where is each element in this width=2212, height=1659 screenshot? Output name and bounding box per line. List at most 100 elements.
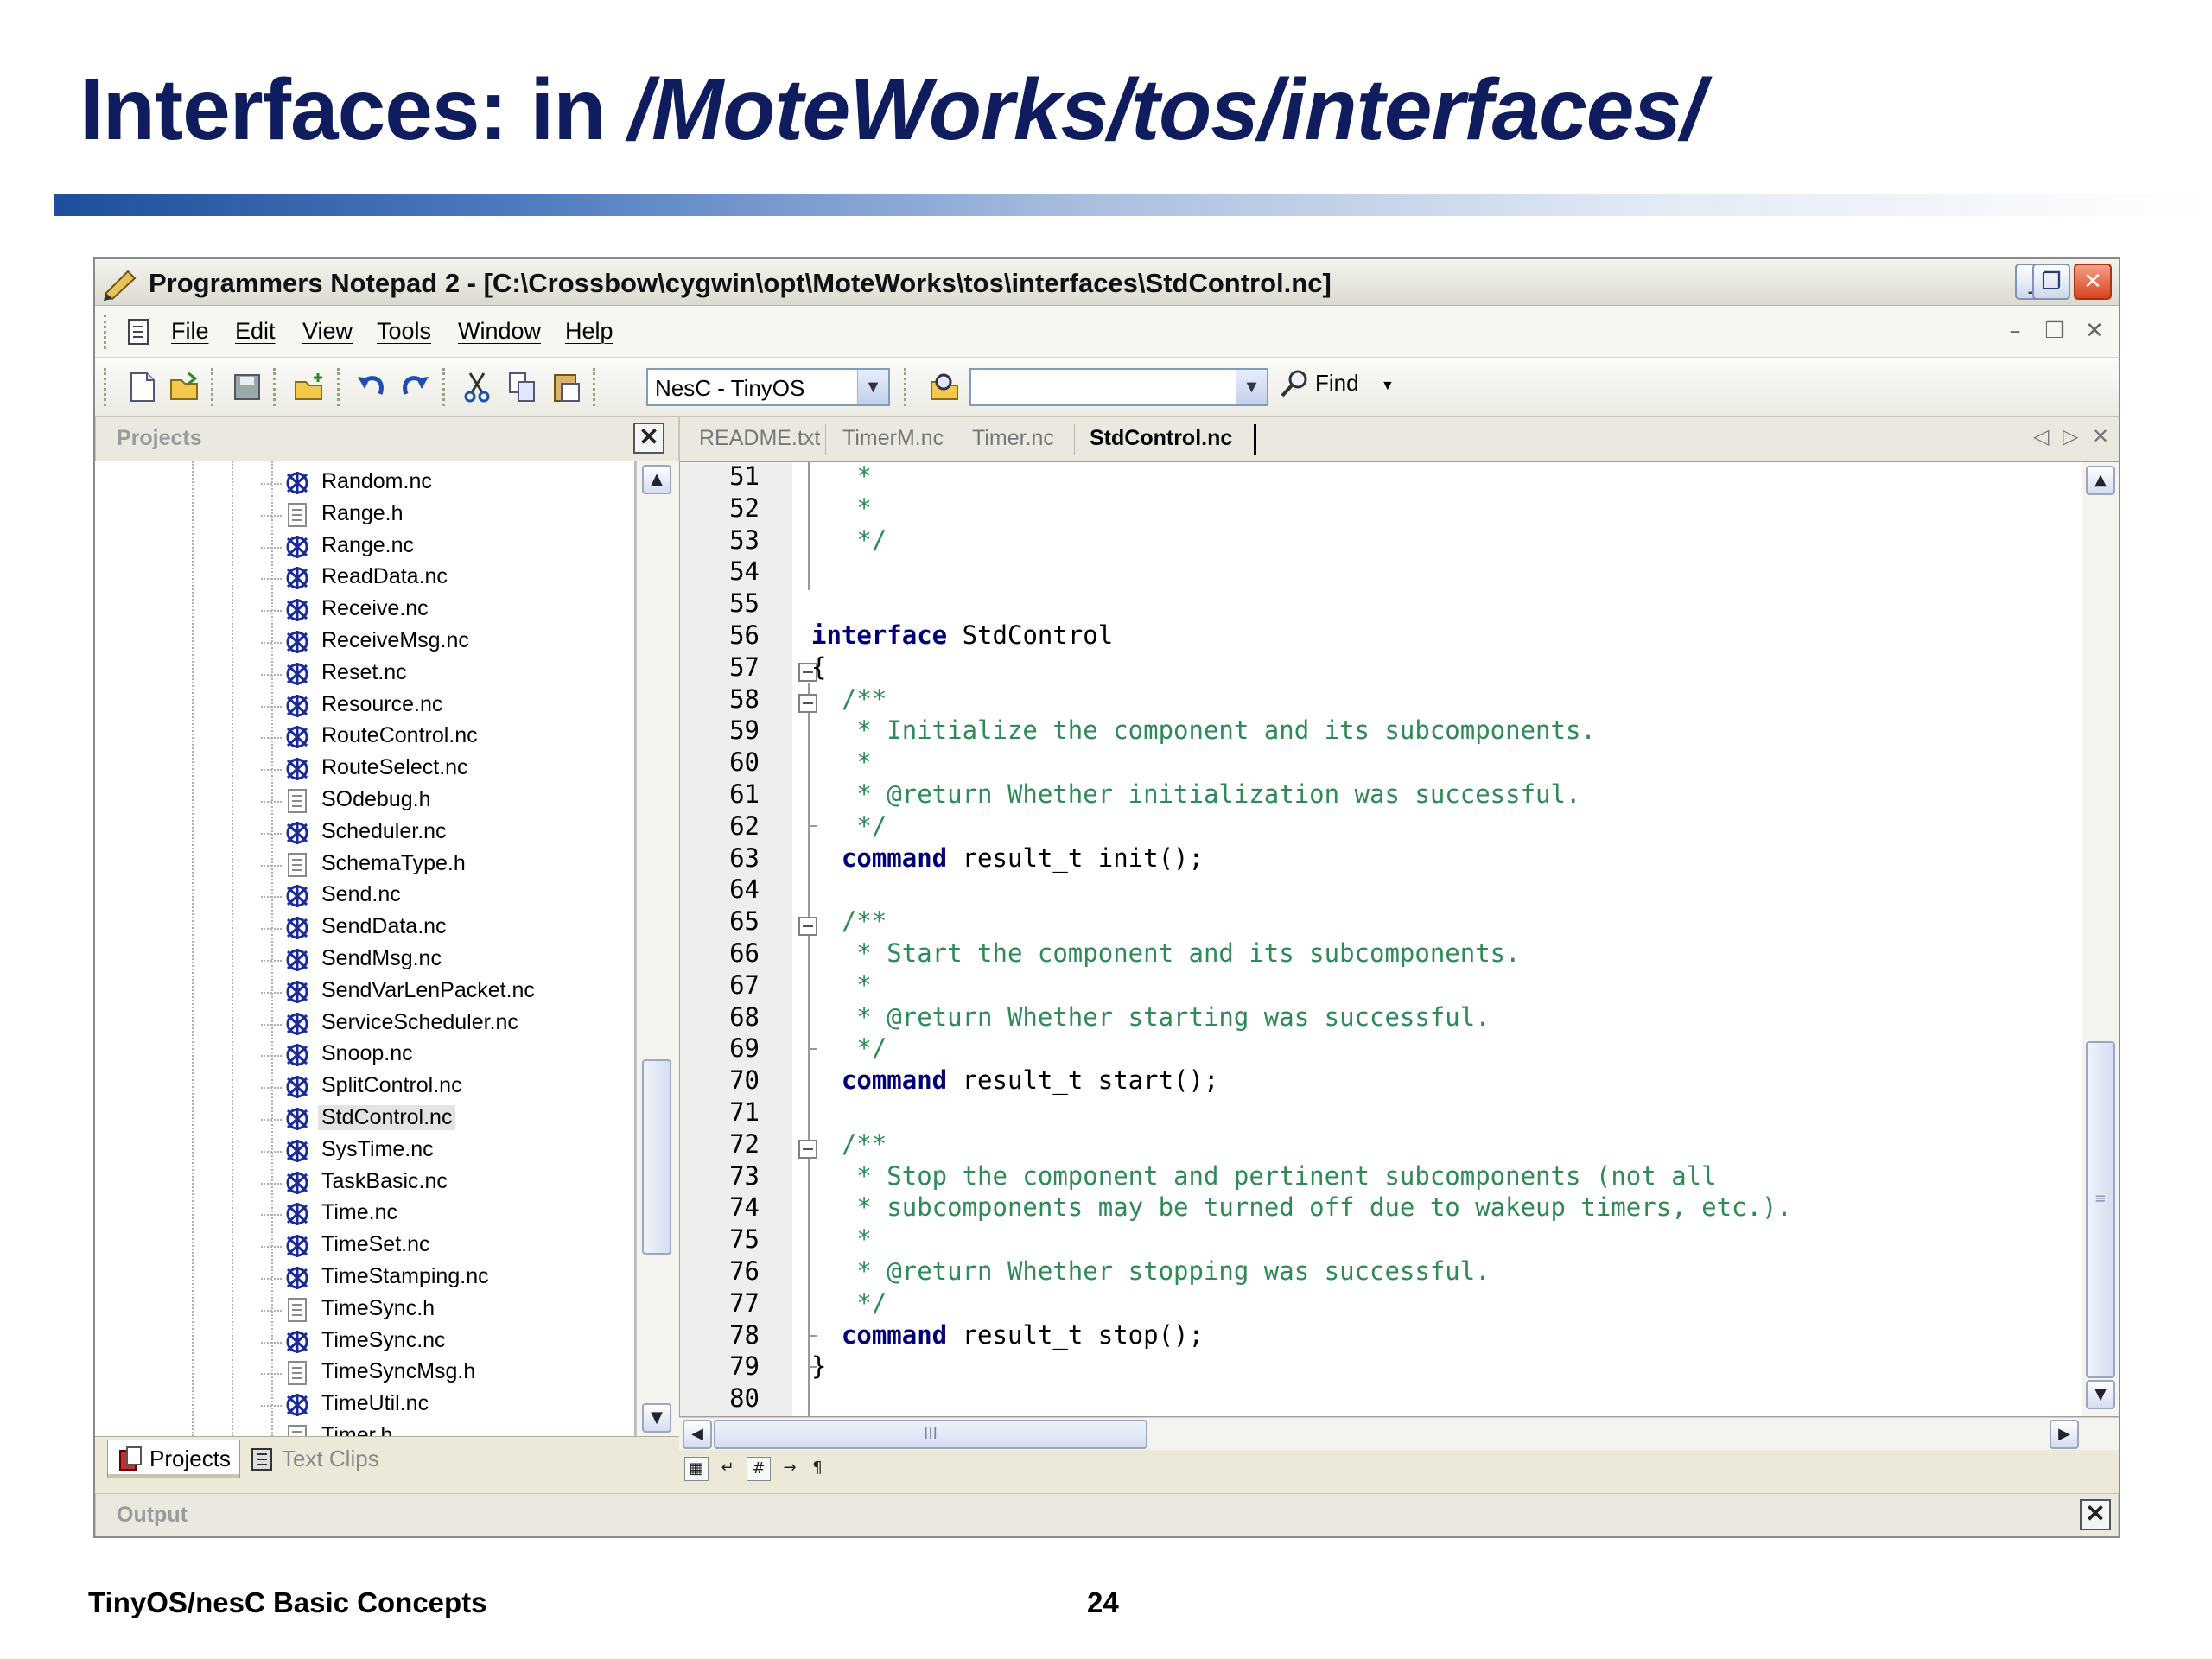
slide-title-prefix: Interfaces: in bbox=[79, 61, 629, 158]
copy-icon[interactable] bbox=[505, 370, 539, 404]
code-line: 77 */ bbox=[680, 1287, 2119, 1319]
cut-icon[interactable] bbox=[460, 370, 494, 404]
wordwrap-icon[interactable]: ↵ bbox=[715, 1457, 740, 1481]
scroll-down-icon[interactable]: ▼ bbox=[2086, 1380, 2115, 1409]
output-pane-close-button[interactable]: ✕ bbox=[2080, 1499, 2111, 1530]
tab-readme[interactable]: README.txt bbox=[699, 426, 820, 451]
code-comment: */ bbox=[811, 1287, 887, 1318]
chevron-down-icon[interactable]: ▼ bbox=[1236, 370, 1267, 404]
scroll-thumb[interactable]: III bbox=[714, 1420, 1147, 1449]
code-line: 69 */ bbox=[680, 1033, 2119, 1065]
new-file-icon[interactable] bbox=[124, 370, 159, 404]
nesc-file-icon bbox=[286, 1267, 308, 1289]
tree-item-label: TimeSet.nc bbox=[321, 1232, 430, 1257]
tree-item-label: ReadData.nc bbox=[321, 564, 448, 589]
nesc-file-icon bbox=[286, 1108, 308, 1130]
nesc-file-icon bbox=[286, 1330, 308, 1353]
tab-stdcontrol[interactable]: StdControl.nc bbox=[1090, 426, 1232, 451]
close-button[interactable]: ✕ bbox=[2074, 264, 2112, 300]
tree-item-label: TimeSync.nc bbox=[321, 1327, 446, 1352]
open-folder-icon[interactable] bbox=[168, 370, 202, 404]
redo-icon[interactable] bbox=[397, 370, 432, 404]
code-token: result_t start(); bbox=[947, 1065, 1219, 1096]
column-select-icon[interactable]: # bbox=[747, 1457, 771, 1481]
code-text: * Initialize the component and its subco… bbox=[811, 715, 1596, 747]
code-comment: /** bbox=[811, 683, 887, 714]
toolbar-separator bbox=[593, 368, 595, 406]
code-line: 55 bbox=[680, 588, 2119, 620]
mdi-restore-button[interactable]: ❐ bbox=[2039, 316, 2070, 347]
tab-timerm[interactable]: TimerM.nc bbox=[842, 426, 944, 451]
menu-file[interactable]: File bbox=[171, 318, 209, 345]
save-icon[interactable] bbox=[230, 370, 264, 404]
code-line: 75 * bbox=[680, 1224, 2119, 1255]
code-text: * bbox=[811, 747, 871, 779]
paste-icon[interactable] bbox=[550, 370, 584, 404]
view-mode-icon[interactable]: ▦ bbox=[684, 1457, 709, 1481]
menubar-grip[interactable] bbox=[104, 315, 109, 349]
scroll-up-icon[interactable]: ▲ bbox=[642, 465, 671, 494]
code-editor[interactable]: 51 * 52 * 53 */54 55 56 interface StdControl 5… bbox=[679, 461, 2119, 1417]
restore-button[interactable]: ❐ bbox=[2032, 264, 2070, 300]
tab-close-icon[interactable]: ✕ bbox=[2092, 424, 2109, 448]
toolbar-grip[interactable] bbox=[104, 368, 109, 406]
show-tabs-icon[interactable]: → bbox=[778, 1457, 802, 1481]
menu-help[interactable]: Help bbox=[565, 318, 613, 345]
search-input[interactable]: ▼ bbox=[969, 368, 1268, 406]
menu-edit[interactable]: Edit bbox=[235, 318, 276, 345]
window-titlebar[interactable]: Programmers Notepad 2 - [C:\Crossbow\cyg… bbox=[95, 259, 2119, 306]
tree-connector bbox=[261, 1087, 282, 1090]
scroll-thumb[interactable]: ≡ bbox=[2086, 1041, 2115, 1378]
find-label: Find bbox=[1315, 370, 1359, 396]
output-pane-header: Output ✕ bbox=[95, 1493, 2119, 1536]
code-comment: * bbox=[811, 969, 872, 1000]
open-project-icon[interactable] bbox=[292, 370, 327, 404]
editor-vertical-scrollbar[interactable]: ▲ ≡ ▼ bbox=[2082, 462, 2119, 1416]
document-menu-icon[interactable] bbox=[126, 318, 152, 347]
text-clips-tab-icon bbox=[251, 1448, 272, 1471]
code-token: } bbox=[811, 1351, 827, 1382]
tab-scroll-right-icon[interactable]: ▷ bbox=[2063, 424, 2078, 448]
tree-item-label: SendVarLenPacket.nc bbox=[321, 977, 535, 1002]
nesc-file-icon bbox=[286, 821, 308, 844]
header-file-icon bbox=[288, 1297, 307, 1322]
scroll-up-icon[interactable]: ▲ bbox=[2086, 466, 2115, 495]
chevron-down-icon[interactable]: ▼ bbox=[857, 370, 888, 404]
toolbar-separator bbox=[337, 368, 340, 406]
tree-item-label: Scheduler.nc bbox=[321, 818, 447, 843]
mdi-close-button[interactable]: ✕ bbox=[2079, 316, 2110, 347]
scheme-select[interactable]: NesC - TinyOS ▼ bbox=[646, 368, 890, 406]
projects-vertical-scrollbar[interactable]: ▲ ▼ bbox=[636, 461, 679, 1436]
tree-item-label: TimeUtil.nc bbox=[321, 1391, 429, 1416]
undo-icon[interactable] bbox=[354, 370, 389, 404]
toolbar: NesC - TinyOS ▼ ▼ Find ▼ bbox=[95, 358, 2119, 416]
nesc-file-icon bbox=[286, 567, 308, 590]
editor-horizontal-scrollbar[interactable]: ◀ III ▶ bbox=[679, 1417, 2119, 1450]
tab-scroll-left-icon[interactable]: ◁ bbox=[2033, 424, 2049, 448]
find-in-files-icon[interactable] bbox=[928, 370, 963, 404]
projects-bottom-tabs: Projects Text Clips bbox=[95, 1436, 679, 1488]
menu-tools[interactable]: Tools bbox=[377, 318, 431, 345]
scroll-left-icon[interactable]: ◀ bbox=[683, 1420, 712, 1449]
tab-timer[interactable]: Timer.nc bbox=[972, 426, 1054, 451]
projects-pane-close-button[interactable]: ✕ bbox=[633, 423, 664, 454]
tab-text-clips[interactable]: Text Clips bbox=[240, 1440, 388, 1478]
tab-projects-label: Projects bbox=[149, 1446, 231, 1471]
toolbar-separator bbox=[904, 368, 906, 406]
find-dropdown-icon[interactable]: ▼ bbox=[1381, 378, 1395, 394]
code-comment: * Stop the component and pertinent subco… bbox=[811, 1160, 1717, 1191]
programmers-notepad-window: Programmers Notepad 2 - [C:\Crossbow\cyg… bbox=[93, 257, 2120, 1538]
menu-view[interactable]: View bbox=[302, 318, 353, 345]
tab-projects[interactable]: Projects bbox=[107, 1440, 240, 1478]
code-text: interface StdControl bbox=[811, 620, 1113, 652]
code-line: 65 /** bbox=[680, 906, 2119, 938]
line-number: 52 bbox=[729, 493, 760, 523]
show-eol-icon[interactable]: ¶ bbox=[805, 1457, 830, 1481]
nesc-file-icon bbox=[286, 631, 308, 653]
mdi-minimize-button[interactable]: – bbox=[1999, 316, 2031, 347]
scroll-down-icon[interactable]: ▼ bbox=[642, 1403, 671, 1433]
scroll-right-icon[interactable]: ▶ bbox=[2050, 1420, 2079, 1449]
scroll-thumb[interactable] bbox=[642, 1059, 671, 1255]
menu-window[interactable]: Window bbox=[458, 318, 541, 345]
line-number: 79 bbox=[729, 1351, 760, 1382]
